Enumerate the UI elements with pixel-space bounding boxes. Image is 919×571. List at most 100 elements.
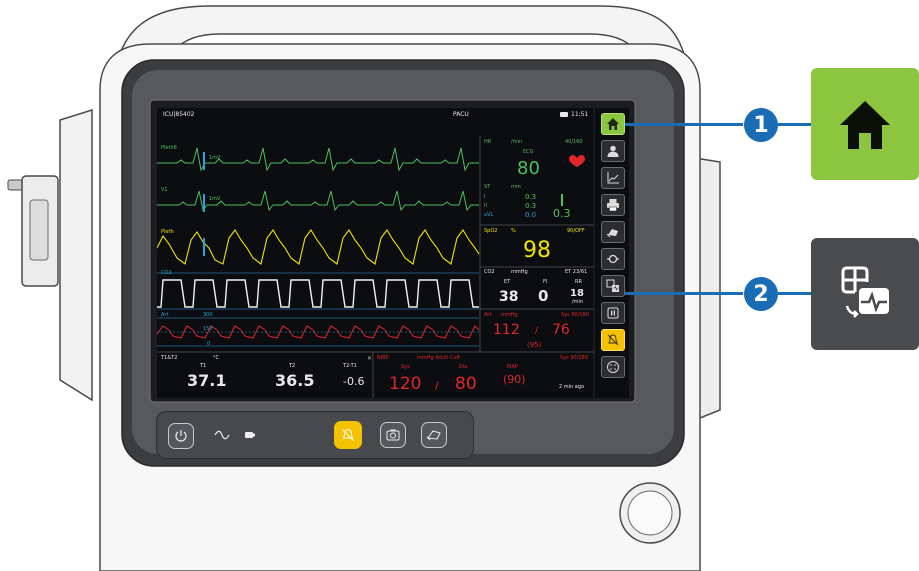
callout-2-leader-line (625, 292, 743, 295)
art-limits: Sys 90/180 (561, 312, 589, 318)
power-icon (175, 430, 187, 442)
nibp-sys-value: 120 (389, 374, 422, 394)
clock-label: 11:51 (571, 111, 589, 118)
screen-layout-icon (841, 266, 889, 318)
art-scale-mid: 150 (203, 326, 213, 332)
nibp-dia-label: Dia (459, 364, 468, 370)
art-unit: mmHg (501, 312, 518, 318)
alarm-silenced-icon (607, 334, 619, 346)
st-lead3: aVL (484, 212, 494, 218)
care-area-label: PACU (453, 111, 469, 118)
trend-chart-icon (607, 172, 619, 184)
more-icon (607, 361, 619, 373)
cuff-icon (606, 229, 618, 238)
co2-fi-label: FI (543, 279, 548, 285)
nibp-map-label: MAP (507, 364, 518, 370)
art-sys-value: 112 (493, 322, 520, 338)
power-button[interactable] (168, 423, 194, 449)
home-icon (607, 118, 619, 130)
temp-t2-label: T2 (289, 363, 296, 369)
ac-power-indicator-icon (214, 430, 230, 440)
trim-knob[interactable] (628, 491, 672, 535)
nibp-unit: mmHg Adult Cuff (417, 355, 460, 361)
svg-text:✕: ✕ (367, 355, 372, 362)
art-scale-top: 300 (203, 312, 213, 318)
battery-indicator-icon (245, 432, 255, 438)
person-icon (607, 145, 619, 157)
patient-button[interactable] (601, 140, 625, 162)
callout-1-leader-line (625, 123, 743, 126)
co2-et-value: 38 (499, 289, 519, 305)
cuff-icon (426, 430, 441, 441)
spo2-label: SpO2 (484, 228, 498, 234)
art-label: Art (484, 312, 492, 318)
ecg1-wave-label: Pleth8 (161, 145, 177, 151)
pause-icon (607, 307, 619, 319)
art-scale-bot: 0 (207, 341, 211, 347)
unit-bed-label: ICU|85402 (163, 111, 195, 118)
st-value3: 0.0 (525, 211, 537, 219)
trends-button[interactable] (601, 167, 625, 189)
zero-pressure-button[interactable] (601, 248, 625, 270)
more-menu-button[interactable] (601, 356, 625, 378)
callout-2-badge: 2 (744, 277, 778, 311)
spo2-value: 98 (523, 238, 551, 263)
ecg2-wave-label: V1 (161, 187, 168, 193)
snapshot-button[interactable] (380, 422, 406, 448)
nibp-time-ago: 2 min ago (559, 384, 585, 390)
st-value-large: 0.3 (553, 207, 571, 220)
nibp-separator: / (435, 379, 439, 392)
hr-source: ECG (523, 149, 534, 155)
pause-button[interactable] (601, 302, 625, 324)
co2-rr-unit: /min (572, 299, 584, 305)
co2-wave-label: CO2 (161, 270, 172, 276)
st-value1: 0.3 (525, 193, 537, 201)
st-value2: 0.3 (525, 202, 537, 210)
co2-rr-label: RR (575, 279, 582, 285)
nibp-hw-button[interactable] (421, 422, 447, 448)
hr-unit: /min (511, 139, 523, 145)
alarm-silenced-icon (342, 428, 354, 441)
temp-unit: °C (213, 355, 219, 361)
ecg2-scale: 1mV (209, 196, 221, 202)
layout-button[interactable] (601, 275, 625, 297)
nibp-start-button[interactable] (601, 221, 625, 243)
nibp-map-value: (90) (503, 373, 526, 386)
callout-2-layout-panel (811, 238, 919, 350)
st-lead1: I (484, 194, 486, 200)
nibp-sys-label: Sys (401, 364, 410, 370)
callout-1-badge: 1 (744, 108, 778, 142)
ecg1-scale: 1mV (209, 155, 221, 161)
camera-icon (386, 429, 400, 441)
co2-unit: mmHg (511, 269, 528, 275)
co2-rr-value: 18 (570, 288, 584, 299)
temp-t1-value: 37.1 (187, 371, 227, 390)
monitor-screen: ✕ ICU|85402 PACU 11:51 Pleth8 1mV V1 1mV… (157, 108, 629, 398)
art-dia-value: 76 (552, 322, 570, 338)
st-bar (561, 194, 563, 206)
temp-t2-value: 36.5 (275, 371, 315, 390)
audio-pause-button[interactable] (601, 329, 625, 351)
home-button[interactable] (601, 113, 625, 135)
co2-limits: ET 23/61 (565, 269, 588, 275)
screen-layout-icon (606, 279, 619, 292)
printer-icon (607, 199, 619, 212)
callout-2-leader-line-right (778, 292, 812, 295)
art-separator: / (535, 326, 539, 336)
art-wave-label: Art (161, 312, 169, 318)
hr-value: 80 (517, 158, 540, 179)
print-button[interactable] (601, 194, 625, 216)
callout-1-leader-line-right (778, 123, 812, 126)
callout-1-home-panel (811, 68, 919, 180)
pleth-wave-label: Pleth (161, 229, 174, 235)
spo2-limits: 90/OFF (567, 228, 585, 234)
nibp-label: NIBP (377, 355, 389, 361)
zero-pressure-icon (607, 254, 619, 264)
alarm-pause-hw-button[interactable] (334, 421, 362, 449)
co2-label: CO2 (484, 269, 495, 275)
co2-fi-value: 0 (538, 287, 549, 305)
hr-label: HR (484, 139, 492, 145)
hr-limits: 40/160 (565, 139, 583, 145)
co2-et-label: ET (504, 279, 511, 285)
st-lead2: II (484, 203, 487, 209)
